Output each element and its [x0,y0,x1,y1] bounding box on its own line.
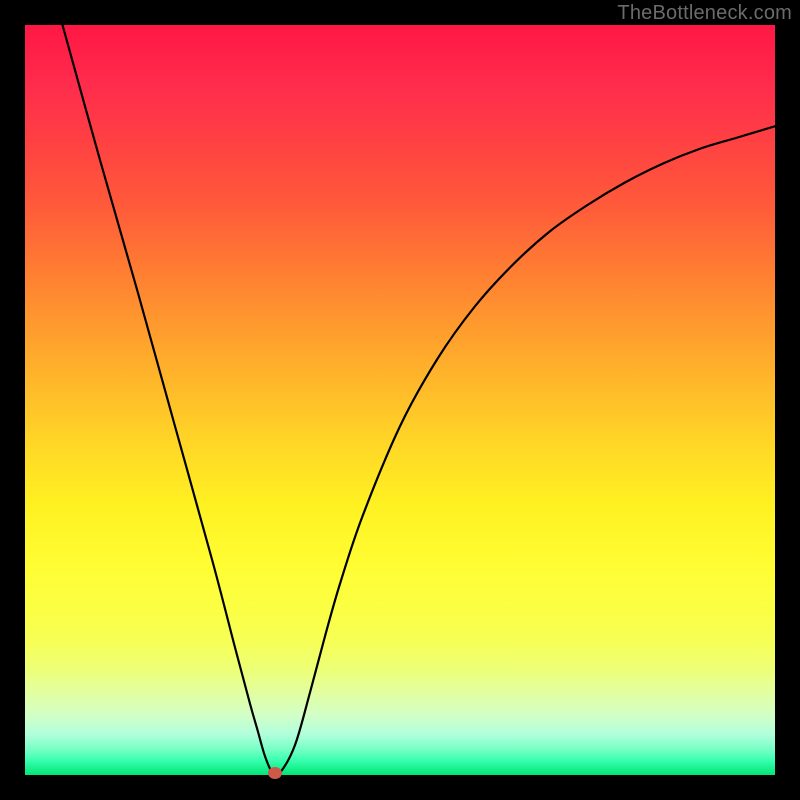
watermark-text: TheBottleneck.com [617,2,792,25]
bottleneck-curve [63,25,776,775]
curve-svg [25,25,775,775]
plot-area [25,25,775,775]
optimum-marker [268,767,282,779]
chart-container: TheBottleneck.com [0,0,800,800]
